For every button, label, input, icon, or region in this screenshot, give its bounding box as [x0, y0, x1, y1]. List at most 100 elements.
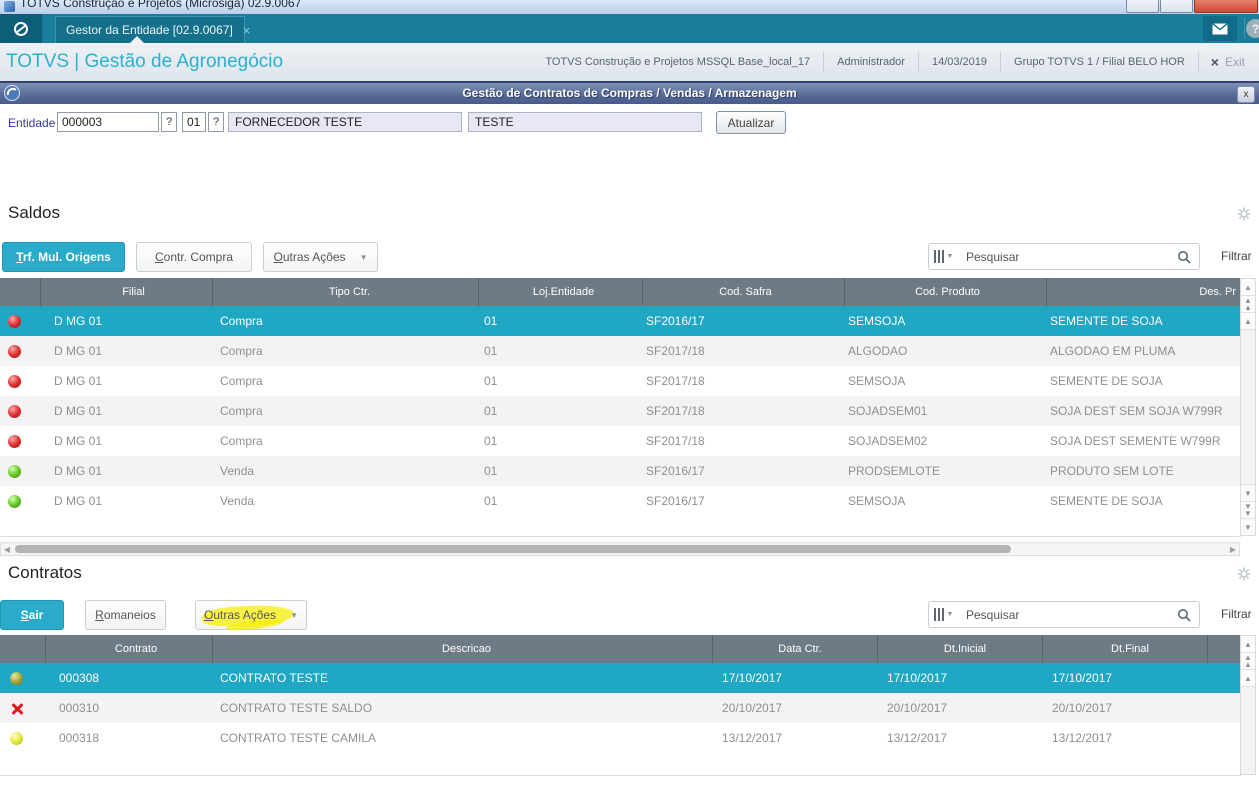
- table-row[interactable]: D MG 01 Compra 01 SF2016/17 SEMSOJA SEME…: [0, 306, 1240, 336]
- column-header-cod-produto[interactable]: Cod. Produto: [844, 278, 1046, 306]
- user-label: Administrador: [837, 56, 905, 68]
- column-header-descricao[interactable]: Descricao: [212, 635, 712, 663]
- table-row[interactable]: D MG 01 Venda 01 SF2016/17 SEMSOJA SEMEN…: [0, 486, 1240, 516]
- saldos-gear-icon[interactable]: [1237, 207, 1251, 226]
- table-row[interactable]: D MG 01 Venda 01 SF2016/17 PRODSEMLOTE P…: [0, 456, 1240, 486]
- contratos-filtrar-link[interactable]: Filtrar: [1221, 607, 1252, 621]
- scroll-page-up-icon[interactable]: ▲ ▲: [1241, 296, 1255, 313]
- scroll-down-icon[interactable]: ▼: [1241, 484, 1255, 501]
- status-green-icon: [8, 464, 21, 478]
- entity-store-lookup-button[interactable]: ?: [208, 112, 224, 132]
- column-header-dt-inicial[interactable]: Dt.Inicial: [877, 635, 1042, 663]
- status-x-icon: [10, 702, 23, 715]
- search-icon[interactable]: [1177, 250, 1191, 264]
- contratos-vertical-scrollbar[interactable]: ▲ ▲ ▲ ▲: [1240, 635, 1256, 775]
- scroll-page-down-icon[interactable]: ▼ ▼: [1241, 501, 1255, 518]
- entity-code-lookup-button[interactable]: ?: [161, 112, 177, 132]
- table-row[interactable]: D MG 01 Compra 01 SF2017/18 SOJADSEM02 S…: [0, 426, 1240, 456]
- columns-icon: [933, 608, 944, 621]
- column-header-contrato[interactable]: Contrato: [45, 635, 212, 663]
- sair-button[interactable]: Sair: [0, 600, 64, 630]
- totvs-application-window: TOTVS Construção e Projetos (Microsiga) …: [0, 0, 1259, 803]
- saldos-column-selector-button[interactable]: ▼: [928, 243, 959, 270]
- contratos-column-selector-button[interactable]: ▼: [928, 601, 959, 628]
- column-header-filial[interactable]: Filial: [40, 278, 212, 306]
- header-meta: TOTVS Construção e Projetos MSSQL Base_l…: [532, 43, 1257, 81]
- column-header[interactable]: [0, 278, 40, 306]
- window-title: TOTVS Construção e Projetos (Microsiga) …: [20, 0, 302, 10]
- maximize-button[interactable]: [1160, 0, 1193, 13]
- saldos-search-input[interactable]: [958, 249, 1177, 264]
- scroll-left-icon[interactable]: ◀: [1, 543, 13, 555]
- exit-button[interactable]: × Exit: [1199, 54, 1257, 70]
- table-row[interactable]: D MG 01 Compra 01 SF2017/18 SEMSOJA SEME…: [0, 366, 1240, 396]
- saldos-searchbox: [958, 243, 1200, 270]
- scroll-up-icon[interactable]: ▲: [1241, 279, 1255, 296]
- column-header-cod-safra[interactable]: Cod. Safra: [642, 278, 844, 306]
- entity-code-input[interactable]: [57, 112, 159, 132]
- tab-bar: Gestor da Entidade [02.9.0067] × ?: [0, 14, 1259, 43]
- window-titlebar: TOTVS Construção e Projetos (Microsiga) …: [0, 0, 1259, 14]
- dialog-close-button[interactable]: x: [1237, 86, 1255, 103]
- close-window-button[interactable]: [1194, 0, 1258, 13]
- scroll-right-icon[interactable]: ▶: [1227, 543, 1239, 555]
- contratos-outras-acoes-button[interactable]: Outras Ações ▼: [195, 600, 307, 633]
- app-icon: [4, 1, 15, 12]
- app-header: TOTVS | Gestão de Agronegócio TOTVS Cons…: [0, 43, 1259, 82]
- column-header-tipo-ctr[interactable]: Tipo Ctr.: [212, 278, 478, 306]
- saldos-horizontal-scrollbar[interactable]: ◀ ▶: [0, 542, 1240, 556]
- scroll-page-up-icon[interactable]: ▲ ▲: [1241, 653, 1255, 670]
- contratos-grid: Contrato Descricao Data Ctr. Dt.Inicial …: [0, 635, 1241, 776]
- saldos-filtrar-link[interactable]: Filtrar: [1221, 249, 1252, 263]
- table-row[interactable]: 000308 CONTRATO TESTE 17/10/2017 17/10/2…: [0, 663, 1240, 693]
- toolbar-divider: [1244, 18, 1245, 39]
- contratos-search-input[interactable]: [958, 607, 1177, 622]
- column-header-loj-entidade[interactable]: Loj.Entidade: [478, 278, 642, 306]
- chevron-down-icon: ▼: [946, 611, 954, 618]
- saldos-vertical-scrollbar[interactable]: ▲ ▲ ▲ ▲ ▼ ▼ ▼ ▼: [1240, 278, 1256, 536]
- search-icon[interactable]: [1177, 608, 1191, 622]
- status-red-icon: [8, 404, 21, 418]
- minimize-button[interactable]: [1126, 0, 1159, 13]
- atualizar-button[interactable]: Atualizar: [716, 111, 786, 134]
- column-header-des-produto[interactable]: Des. Pr: [1046, 278, 1240, 306]
- contratos-searchbox: [958, 601, 1200, 628]
- status-red-icon: [8, 344, 21, 358]
- scroll-up-icon[interactable]: ▲: [1241, 313, 1255, 330]
- column-header-data-ctr[interactable]: Data Ctr.: [712, 635, 877, 663]
- contr-compra-button[interactable]: Contr. Compra: [136, 242, 252, 272]
- active-tab-pointer: [130, 36, 144, 43]
- scroll-down-icon[interactable]: ▼: [1241, 518, 1255, 535]
- status-red-icon: [8, 434, 21, 448]
- romaneios-button[interactable]: Romaneios: [85, 600, 166, 630]
- table-row[interactable]: D MG 01 Compra 01 SF2017/18 SOJADSEM01 S…: [0, 396, 1240, 426]
- environment-label: TOTVS Construção e Projetos MSSQL Base_l…: [545, 56, 811, 68]
- table-row[interactable]: 000318 CONTRATO TESTE CAMILA 13/12/2017 …: [0, 723, 1240, 753]
- tab-gestor-da-entidade[interactable]: Gestor da Entidade [02.9.0067] ×: [55, 16, 250, 43]
- contratos-gear-icon[interactable]: [1237, 567, 1251, 586]
- dialog-title: Gestão de Contratos de Compras / Vendas …: [462, 86, 797, 100]
- table-row[interactable]: 000310 CONTRATO TESTE SALDO 20/10/2017 2…: [0, 693, 1240, 723]
- saldos-outras-acoes-button[interactable]: Outras Ações ▼: [263, 242, 378, 272]
- mail-icon: [1212, 22, 1228, 34]
- table-row[interactable]: D MG 01 Compra 01 SF2017/18 ALGODAO ALGO…: [0, 336, 1240, 366]
- group-branch-label: Grupo TOTVS 1 / Filial BELO HOR: [1014, 56, 1185, 68]
- mail-button[interactable]: [1203, 16, 1237, 41]
- entity-store-input[interactable]: [182, 112, 206, 132]
- totvs-logo-icon[interactable]: [0, 14, 42, 43]
- scroll-up-icon[interactable]: ▲: [1241, 636, 1255, 653]
- contratos-section-title: Contratos: [8, 563, 82, 582]
- scrollbar-thumb[interactable]: [15, 545, 1011, 553]
- column-header-dt-final[interactable]: Dt.Final: [1042, 635, 1207, 663]
- trf-mul-origens-button[interactable]: Trf. Mul. Origens: [2, 242, 125, 272]
- scroll-up-icon[interactable]: ▲: [1241, 670, 1255, 687]
- column-header[interactable]: [0, 635, 45, 663]
- column-header[interactable]: [1207, 635, 1240, 663]
- saldos-section-title: Saldos: [8, 203, 60, 222]
- contratos-grid-header: Contrato Descricao Data Ctr. Dt.Inicial …: [0, 635, 1240, 663]
- exit-x-icon: ×: [1210, 54, 1219, 70]
- chevron-down-icon: ▼: [290, 610, 298, 620]
- dialog-titlebar: Gestão de Contratos de Compras / Vendas …: [0, 81, 1259, 105]
- help-icon[interactable]: ?: [1246, 19, 1259, 38]
- tab-close-icon[interactable]: ×: [243, 23, 251, 38]
